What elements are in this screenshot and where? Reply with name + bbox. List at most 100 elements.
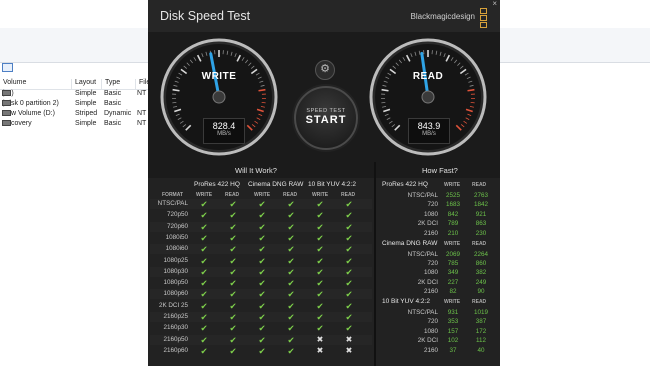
cross-icon: ✖ <box>345 345 353 355</box>
gauge-minor-tick <box>261 101 266 104</box>
check-icon: ✔ <box>200 199 208 209</box>
gauge-hub <box>212 90 226 104</box>
will-it-work-title: Will It Work? <box>235 166 277 175</box>
volume-layout: Simple <box>75 120 97 127</box>
column-subheader: WRITE <box>254 192 271 198</box>
volume-row[interactable]: (C:) Simple Basic NT <box>0 90 160 100</box>
check-icon: ✔ <box>345 323 353 334</box>
cross-icon: ✖ <box>345 334 353 344</box>
speed-write-value: 349 <box>447 269 459 277</box>
volume-name: Recovery <box>2 120 32 127</box>
check-icon: ✔ <box>229 199 237 209</box>
speed-read-value: 1019 <box>473 309 488 316</box>
column-layout[interactable]: Layout <box>71 79 101 89</box>
volume-type: Basic <box>104 100 122 107</box>
check-icon: ✔ <box>258 199 266 209</box>
volume-row[interactable]: Recovery Simple Basic NT <box>0 120 160 130</box>
check-icon: ✔ <box>316 199 324 209</box>
check-icon: ✔ <box>345 255 353 266</box>
speed-format-label: NTSC/PAL <box>407 309 438 316</box>
check-icon: ✔ <box>258 244 266 255</box>
check-icon: ✔ <box>229 278 237 289</box>
format-label: 2160p30 <box>163 324 188 332</box>
close-icon[interactable]: × <box>492 0 497 8</box>
check-icon: ✔ <box>345 278 353 289</box>
check-icon: ✔ <box>258 323 266 334</box>
check-icon: ✔ <box>316 266 324 277</box>
speed-format-label: NTSC/PAL <box>407 192 438 199</box>
check-icon: ✔ <box>287 232 295 243</box>
column-volume[interactable]: Volume <box>0 79 71 89</box>
check-icon: ✔ <box>287 334 295 345</box>
speed-format-label: 2160 <box>423 346 438 354</box>
speed-read-value: 230 <box>475 229 487 237</box>
disk-icon <box>2 100 11 106</box>
check-icon: ✔ <box>200 255 208 266</box>
gauge-minor-tick <box>172 101 177 104</box>
disk-icon <box>2 110 11 116</box>
check-icon: ✔ <box>287 312 295 322</box>
speed-format-label: 720 <box>427 201 438 209</box>
check-icon: ✔ <box>345 312 353 322</box>
speed-write-value: 102 <box>447 337 459 345</box>
volume-type: Basic <box>104 90 122 97</box>
speed-write-value: 2069 <box>445 250 460 258</box>
settings-gear-icon[interactable]: ⚙ <box>315 60 335 80</box>
column-type[interactable]: Type <box>101 79 137 89</box>
speed-write-value: 353 <box>447 318 459 326</box>
speed-write-value: 82 <box>449 288 457 296</box>
check-icon: ✔ <box>200 345 208 356</box>
volume-row[interactable]: (Disk 0 partition 2) Simple Basic <box>0 100 160 110</box>
check-icon: ✔ <box>345 232 353 243</box>
speed-write-value: 2525 <box>445 192 460 199</box>
check-icon: ✔ <box>229 244 237 255</box>
write-speed-value: 828.4 <box>212 121 236 131</box>
will-it-work-panel: ProRes 422 HQ Cinema DNG RAW 10 Bit YUV 4:… <box>148 178 374 366</box>
check-icon: ✔ <box>258 266 266 277</box>
check-icon: ✔ <box>229 289 237 300</box>
background-view-icon[interactable] <box>2 63 13 72</box>
check-icon: ✔ <box>287 266 295 277</box>
check-icon: ✔ <box>229 266 237 277</box>
check-icon: ✔ <box>287 278 295 289</box>
speed-read-value: 40 <box>477 346 485 354</box>
app-title: Disk Speed Test <box>160 9 251 23</box>
speed-format-label: 1080 <box>423 269 438 277</box>
speed-group-header: ProRes 422 HQ <box>382 181 428 188</box>
volume-name: (Disk 0 partition 2) <box>2 100 59 107</box>
check-icon: ✔ <box>345 199 353 209</box>
format-label: 2160p25 <box>163 313 188 320</box>
volume-layout: Simple <box>75 100 97 107</box>
write-speed-readout: 828.4 MB/s <box>203 118 245 144</box>
start-button[interactable]: SPEED TEST START <box>294 86 358 150</box>
check-icon: ✔ <box>229 345 237 356</box>
check-icon: ✔ <box>287 300 295 311</box>
format-label: NTSC/PAL <box>157 200 188 207</box>
speed-write-value: 842 <box>447 210 459 218</box>
check-icon: ✔ <box>316 300 324 311</box>
check-icon: ✔ <box>316 289 324 300</box>
check-icon: ✔ <box>287 199 295 209</box>
volume-row[interactable]: New Volume (D:) Striped Dynamic NT <box>0 110 160 120</box>
check-icon: ✔ <box>316 312 324 322</box>
check-icon: ✔ <box>258 232 266 243</box>
check-icon: ✔ <box>258 334 266 345</box>
disk-icon <box>2 90 11 96</box>
check-icon: ✔ <box>229 221 237 232</box>
speed-read-value: 172 <box>475 327 487 335</box>
speed-read-value: 863 <box>475 220 487 228</box>
speed-read-header: READ <box>472 240 487 247</box>
gauge-tick <box>172 88 180 92</box>
format-label: 1080p50 <box>163 279 188 287</box>
volume-type: Basic <box>104 120 122 127</box>
gauge-minor-tick <box>381 101 386 104</box>
speed-read-value: 249 <box>475 278 487 286</box>
check-icon: ✔ <box>345 244 353 255</box>
volume-table: Volume Layout Type File (C:)SimpleBasicN… <box>0 78 160 130</box>
check-icon: ✔ <box>229 210 237 221</box>
write-gauge-label: WRITE <box>201 71 237 82</box>
speed-read-value: 2264 <box>473 250 488 258</box>
speed-read-value: 112 <box>475 337 487 345</box>
speed-write-value: 157 <box>447 327 459 335</box>
column-subheader: WRITE <box>196 192 213 198</box>
